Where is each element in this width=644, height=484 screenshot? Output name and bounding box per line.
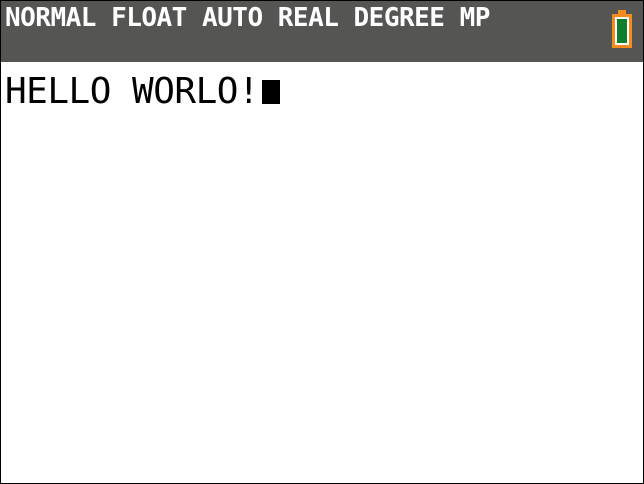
- battery-icon: [610, 10, 634, 50]
- mode-indicators: NORMAL FLOAT AUTO REAL DEGREE MP: [5, 3, 490, 33]
- cursor-block-icon: [262, 80, 281, 104]
- status-bar: NORMAL FLOAT AUTO REAL DEGREE MP: [1, 1, 643, 62]
- home-screen-entry-line: HELLO WORLO!: [5, 71, 281, 112]
- calculator-screen: NORMAL FLOAT AUTO REAL DEGREE MP HELLO W…: [0, 0, 644, 484]
- home-screen-text: HELLO WORLO!: [5, 71, 260, 112]
